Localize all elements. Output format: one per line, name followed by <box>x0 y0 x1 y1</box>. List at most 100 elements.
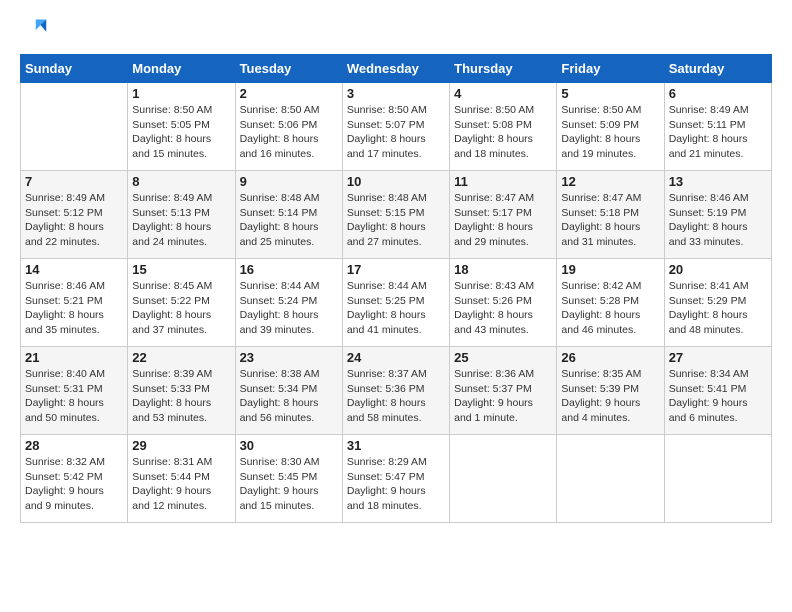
calendar-cell: 17Sunrise: 8:44 AMSunset: 5:25 PMDayligh… <box>342 259 449 347</box>
day-number: 12 <box>561 174 659 189</box>
calendar-cell: 14 Sunrise: 8:46 AMSunset: 5:21 PMDayligh… <box>21 259 128 347</box>
day-number: 22 <box>132 350 230 365</box>
day-info: Sunrise: 8:36 AMSunset: 5:37 PMDaylight:… <box>454 367 552 426</box>
day-number: 17 <box>347 262 445 277</box>
day-number: 27 <box>669 350 767 365</box>
calendar-cell: 5 Sunrise: 8:50 AMSunset: 5:09 PMDaylight… <box>557 83 664 171</box>
day-number: 14 <box>25 262 123 277</box>
day-info: Sunrise: 8:42 AMSunset: 5:28 PMDaylight:… <box>561 279 659 338</box>
day-info: Sunrise: 8:35 AMSunset: 5:39 PMDaylight:… <box>561 367 659 426</box>
day-info: Sunrise: 8:46 AMSunset: 5:19 PMDaylight:… <box>669 191 767 250</box>
day-info: Sunrise: 8:48 AMSunset: 5:14 PMDaylight:… <box>240 191 338 250</box>
day-number: 7 <box>25 174 123 189</box>
calendar-cell: 20 Sunrise: 8:41 AMSunset: 5:29 PMDayligh… <box>664 259 771 347</box>
calendar-cell: 13 Sunrise: 8:46 AMSunset: 5:19 PMDayligh… <box>664 171 771 259</box>
weekday-header-monday: Monday <box>128 55 235 83</box>
day-number: 25 <box>454 350 552 365</box>
day-number: 16 <box>240 262 338 277</box>
calendar-week-row: 1 Sunrise: 8:50 AMSunset: 5:05 PMDaylight… <box>21 83 772 171</box>
day-number: 28 <box>25 438 123 453</box>
day-info: Sunrise: 8:50 AMSunset: 5:05 PMDaylight:… <box>132 103 230 162</box>
calendar-cell <box>664 435 771 523</box>
day-number: 1 <box>132 86 230 101</box>
calendar-cell: 15 Sunrise: 8:45 AMSunset: 5:22 PMDayligh… <box>128 259 235 347</box>
weekday-header-thursday: Thursday <box>450 55 557 83</box>
day-number: 26 <box>561 350 659 365</box>
calendar-cell: 6Sunrise: 8:49 AMSunset: 5:11 PMDaylight… <box>664 83 771 171</box>
day-info: Sunrise: 8:49 AMSunset: 5:12 PMDaylight:… <box>25 191 123 250</box>
day-number: 20 <box>669 262 767 277</box>
page: SundayMondayTuesdayWednesdayThursdayFrid… <box>0 0 792 612</box>
calendar-cell: 11 Sunrise: 8:47 AMSunset: 5:17 PMDayligh… <box>450 171 557 259</box>
calendar-cell: 7 Sunrise: 8:49 AMSunset: 5:12 PMDaylight… <box>21 171 128 259</box>
header <box>20 16 772 44</box>
calendar-cell: 8Sunrise: 8:49 AMSunset: 5:13 PMDaylight… <box>128 171 235 259</box>
day-info: Sunrise: 8:34 AMSunset: 5:41 PMDaylight:… <box>669 367 767 426</box>
calendar-cell: 21Sunrise: 8:40 AMSunset: 5:31 PMDayligh… <box>21 347 128 435</box>
calendar-cell: 2 Sunrise: 8:50 AMSunset: 5:06 PMDaylight… <box>235 83 342 171</box>
calendar-cell: 19 Sunrise: 8:42 AMSunset: 5:28 PMDayligh… <box>557 259 664 347</box>
day-info: Sunrise: 8:45 AMSunset: 5:22 PMDaylight:… <box>132 279 230 338</box>
day-number: 18 <box>454 262 552 277</box>
calendar-cell: 30 Sunrise: 8:30 AMSunset: 5:45 PMDayligh… <box>235 435 342 523</box>
day-info: Sunrise: 8:50 AMSunset: 5:06 PMDaylight:… <box>240 103 338 162</box>
calendar-cell: 10Sunrise: 8:48 AMSunset: 5:15 PMDayligh… <box>342 171 449 259</box>
day-info: Sunrise: 8:30 AMSunset: 5:45 PMDaylight:… <box>240 455 338 514</box>
calendar-cell: 28 Sunrise: 8:32 AMSunset: 5:42 PMDayligh… <box>21 435 128 523</box>
day-number: 11 <box>454 174 552 189</box>
weekday-header-friday: Friday <box>557 55 664 83</box>
calendar-header-row: SundayMondayTuesdayWednesdayThursdayFrid… <box>21 55 772 83</box>
weekday-header-tuesday: Tuesday <box>235 55 342 83</box>
calendar-cell: 23Sunrise: 8:38 AMSunset: 5:34 PMDayligh… <box>235 347 342 435</box>
day-number: 9 <box>240 174 338 189</box>
calendar-cell <box>21 83 128 171</box>
weekday-header-sunday: Sunday <box>21 55 128 83</box>
calendar-cell <box>450 435 557 523</box>
calendar-cell: 18 Sunrise: 8:43 AMSunset: 5:26 PMDayligh… <box>450 259 557 347</box>
calendar-cell: 3Sunrise: 8:50 AMSunset: 5:07 PMDaylight… <box>342 83 449 171</box>
day-info: Sunrise: 8:50 AMSunset: 5:07 PMDaylight:… <box>347 103 445 162</box>
day-info: Sunrise: 8:50 AMSunset: 5:09 PMDaylight:… <box>561 103 659 162</box>
day-info: Sunrise: 8:43 AMSunset: 5:26 PMDaylight:… <box>454 279 552 338</box>
day-number: 31 <box>347 438 445 453</box>
calendar-cell: 22 Sunrise: 8:39 AMSunset: 5:33 PMDayligh… <box>128 347 235 435</box>
day-number: 10 <box>347 174 445 189</box>
day-number: 30 <box>240 438 338 453</box>
day-number: 2 <box>240 86 338 101</box>
day-info: Sunrise: 8:50 AMSunset: 5:08 PMDaylight:… <box>454 103 552 162</box>
calendar-cell: 29 Sunrise: 8:31 AMSunset: 5:44 PMDayligh… <box>128 435 235 523</box>
day-number: 4 <box>454 86 552 101</box>
day-info: Sunrise: 8:29 AMSunset: 5:47 PMDaylight:… <box>347 455 445 514</box>
day-number: 19 <box>561 262 659 277</box>
day-number: 24 <box>347 350 445 365</box>
day-info: Sunrise: 8:32 AMSunset: 5:42 PMDaylight:… <box>25 455 123 514</box>
day-number: 5 <box>561 86 659 101</box>
day-number: 23 <box>240 350 338 365</box>
calendar-cell: 26 Sunrise: 8:35 AMSunset: 5:39 PMDayligh… <box>557 347 664 435</box>
day-info: Sunrise: 8:46 AMSunset: 5:21 PMDaylight:… <box>25 279 123 338</box>
day-info: Sunrise: 8:44 AMSunset: 5:24 PMDaylight:… <box>240 279 338 338</box>
calendar-cell: 25 Sunrise: 8:36 AMSunset: 5:37 PMDayligh… <box>450 347 557 435</box>
day-info: Sunrise: 8:47 AMSunset: 5:17 PMDaylight:… <box>454 191 552 250</box>
calendar-cell: 16 Sunrise: 8:44 AMSunset: 5:24 PMDayligh… <box>235 259 342 347</box>
day-number: 29 <box>132 438 230 453</box>
day-info: Sunrise: 8:39 AMSunset: 5:33 PMDaylight:… <box>132 367 230 426</box>
calendar-cell <box>557 435 664 523</box>
day-info: Sunrise: 8:49 AMSunset: 5:13 PMDaylight:… <box>132 191 230 250</box>
calendar-cell: 1 Sunrise: 8:50 AMSunset: 5:05 PMDaylight… <box>128 83 235 171</box>
calendar-cell: 24Sunrise: 8:37 AMSunset: 5:36 PMDayligh… <box>342 347 449 435</box>
day-number: 15 <box>132 262 230 277</box>
day-info: Sunrise: 8:40 AMSunset: 5:31 PMDaylight:… <box>25 367 123 426</box>
calendar-table: SundayMondayTuesdayWednesdayThursdayFrid… <box>20 54 772 523</box>
weekday-header-saturday: Saturday <box>664 55 771 83</box>
day-info: Sunrise: 8:31 AMSunset: 5:44 PMDaylight:… <box>132 455 230 514</box>
calendar-week-row: 7 Sunrise: 8:49 AMSunset: 5:12 PMDaylight… <box>21 171 772 259</box>
calendar-cell: 9 Sunrise: 8:48 AMSunset: 5:14 PMDaylight… <box>235 171 342 259</box>
calendar-cell: 12 Sunrise: 8:47 AMSunset: 5:18 PMDayligh… <box>557 171 664 259</box>
calendar-week-row: 21Sunrise: 8:40 AMSunset: 5:31 PMDayligh… <box>21 347 772 435</box>
logo <box>20 16 52 44</box>
day-info: Sunrise: 8:47 AMSunset: 5:18 PMDaylight:… <box>561 191 659 250</box>
day-info: Sunrise: 8:41 AMSunset: 5:29 PMDaylight:… <box>669 279 767 338</box>
day-number: 13 <box>669 174 767 189</box>
logo-icon <box>20 16 48 44</box>
